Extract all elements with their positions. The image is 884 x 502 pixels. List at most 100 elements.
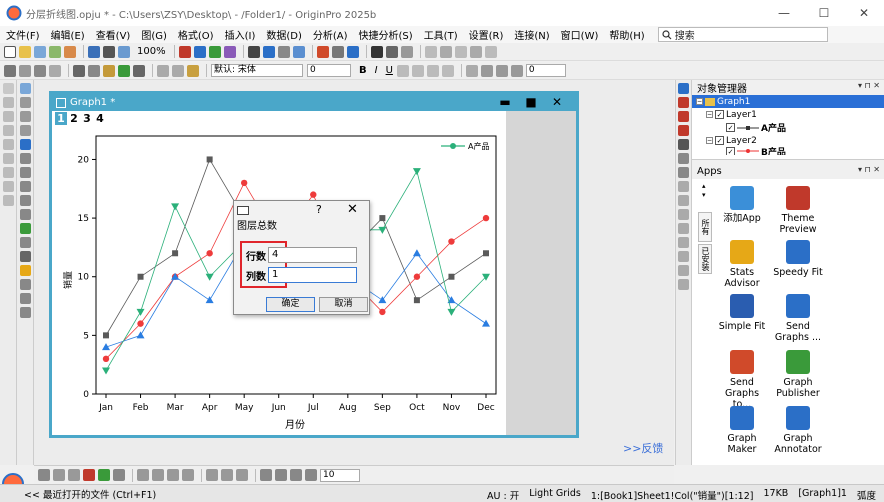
legend-icon[interactable] — [469, 45, 482, 58]
tree-layer2[interactable]: − ✓ Layer2 — [692, 134, 884, 147]
polygon-icon[interactable] — [19, 209, 31, 220]
dialog-titlebar[interactable]: ? ✕ — [234, 201, 369, 220]
multi-axis-button[interactable] — [221, 469, 233, 481]
pointer-tool-icon[interactable] — [19, 83, 31, 94]
command-window-icon[interactable] — [277, 45, 290, 58]
app-graph-publisher[interactable]: Graph Publisher — [772, 350, 824, 399]
panel-plot-button[interactable] — [206, 469, 218, 481]
column-plot-button[interactable] — [83, 469, 95, 481]
minimize-button[interactable]: — — [764, 0, 804, 26]
text-icon[interactable] — [19, 153, 31, 164]
undo-icon[interactable] — [157, 64, 169, 77]
apps-controls[interactable]: ▾ ⊓ ✕ — [858, 165, 880, 174]
template5-icon[interactable] — [678, 237, 689, 248]
scatter-icon[interactable] — [678, 125, 689, 136]
font-color-icon[interactable] — [441, 64, 454, 77]
stats-plot-button[interactable] — [167, 469, 179, 481]
data-reader-icon[interactable] — [34, 64, 46, 77]
app-send-graphs-ppt[interactable]: Send Graphs ... — [772, 294, 824, 343]
fit-icon[interactable] — [316, 45, 329, 58]
menu-connect[interactable]: 连接(N) — [514, 27, 549, 42]
dialog-help-button[interactable]: ? — [316, 203, 322, 216]
paint-icon[interactable] — [187, 64, 199, 77]
layer2-checkbox[interactable]: ✓ — [715, 136, 724, 145]
menu-format[interactable]: 格式(O) — [178, 27, 214, 42]
graph-icon[interactable] — [678, 97, 689, 108]
region-icon[interactable] — [19, 139, 31, 150]
color-bar-icon[interactable] — [19, 265, 31, 276]
print-icon[interactable] — [103, 45, 115, 58]
menu-edit[interactable]: 编辑(E) — [51, 27, 85, 42]
code-icon[interactable] — [2, 181, 14, 192]
app-theme-preview[interactable]: Theme Preview — [772, 186, 824, 235]
italic-button[interactable]: I — [375, 65, 378, 76]
command-icon[interactable] — [2, 167, 14, 178]
pie-plot-button[interactable] — [113, 469, 125, 481]
dialog-close-button[interactable]: ✕ — [347, 202, 358, 217]
layer-icon[interactable] — [178, 45, 191, 58]
tree-plot1[interactable]: ✓ A产品 — [692, 121, 884, 134]
status-grids[interactable]: Light Grids — [529, 488, 581, 502]
formula-icon[interactable] — [19, 223, 31, 234]
layer-icon-2[interactable] — [19, 293, 31, 304]
redo-icon[interactable] — [172, 64, 184, 77]
menu-file[interactable]: 文件(F) — [6, 27, 40, 42]
refresh-icon[interactable] — [118, 45, 130, 58]
graph-close-button[interactable]: ✕ — [544, 94, 570, 111]
message-log-icon[interactable] — [2, 97, 14, 108]
open-icon[interactable] — [19, 45, 31, 58]
template6-icon[interactable] — [678, 251, 689, 262]
cols-input[interactable]: 1 — [268, 267, 357, 283]
layer-manage-icon[interactable] — [223, 45, 236, 58]
new-graph-icon[interactable] — [49, 45, 61, 58]
layer1-checkbox[interactable]: ✓ — [715, 110, 724, 119]
extract-icon[interactable] — [247, 45, 260, 58]
app-graph-maker[interactable]: Graph Maker — [716, 406, 768, 455]
font-size-combo[interactable]: 0 — [307, 64, 351, 77]
history-icon[interactable] — [2, 125, 14, 136]
rescale-icon[interactable] — [385, 45, 398, 58]
template-icon[interactable] — [678, 181, 689, 192]
fill-color-icon[interactable] — [465, 64, 478, 77]
histogram-icon[interactable] — [678, 153, 689, 164]
greek-icon[interactable] — [426, 64, 439, 77]
object-manager-icon[interactable] — [678, 83, 689, 94]
area-plot-button[interactable] — [98, 469, 110, 481]
line-plot-button[interactable] — [38, 469, 50, 481]
project-explorer-icon[interactable] — [2, 83, 14, 94]
ok-button[interactable]: 确定 — [266, 297, 315, 312]
app-stats-advisor[interactable]: Stats Advisor — [716, 240, 768, 289]
contour-icon[interactable] — [678, 167, 689, 178]
line-plot-icon[interactable] — [678, 111, 689, 122]
menu-insert[interactable]: 插入(I) — [225, 27, 256, 42]
rectangle-icon[interactable] — [19, 195, 31, 206]
four-panel-button[interactable] — [290, 469, 302, 481]
plot-size-combo[interactable]: 10 — [320, 468, 360, 482]
line-width-combo[interactable]: 0 — [525, 64, 566, 77]
rotate-icon[interactable] — [49, 64, 61, 77]
recent-files-button[interactable]: << 最近打开的文件 (Ctrl+F1) — [24, 487, 156, 501]
mask-icon[interactable] — [19, 251, 31, 262]
plot2-checkbox[interactable]: ✓ — [726, 147, 735, 155]
tree-plot2[interactable]: ✓ B产品 — [692, 147, 884, 155]
symbol-icon[interactable] — [439, 45, 452, 58]
superscript-icon[interactable] — [396, 64, 409, 77]
pointer-icon[interactable] — [4, 64, 16, 77]
menu-quick-analysis[interactable]: 快捷分析(S) — [359, 27, 413, 42]
text-tool-icon[interactable] — [454, 45, 467, 58]
zoom-level[interactable]: 100% — [137, 46, 166, 57]
table-icon[interactable] — [400, 45, 413, 58]
arrow-icon[interactable] — [19, 167, 31, 178]
code-builder-icon[interactable] — [262, 45, 275, 58]
menu-graph[interactable]: 图(G) — [141, 27, 167, 42]
template7-icon[interactable] — [678, 265, 689, 276]
tree-graph[interactable]: − Graph1 — [692, 95, 884, 108]
new-workbook-icon[interactable] — [34, 45, 46, 58]
line-style-icon[interactable] — [495, 64, 508, 77]
font-combo[interactable]: 默认: 宋体 — [211, 64, 303, 77]
line-width-icon[interactable] — [510, 64, 523, 77]
app-send-graphs-to[interactable]: Send Graphs to... — [716, 350, 768, 410]
arrange-icon[interactable] — [208, 45, 221, 58]
specialized-plot-button[interactable] — [182, 469, 194, 481]
line-icon[interactable] — [19, 181, 31, 192]
